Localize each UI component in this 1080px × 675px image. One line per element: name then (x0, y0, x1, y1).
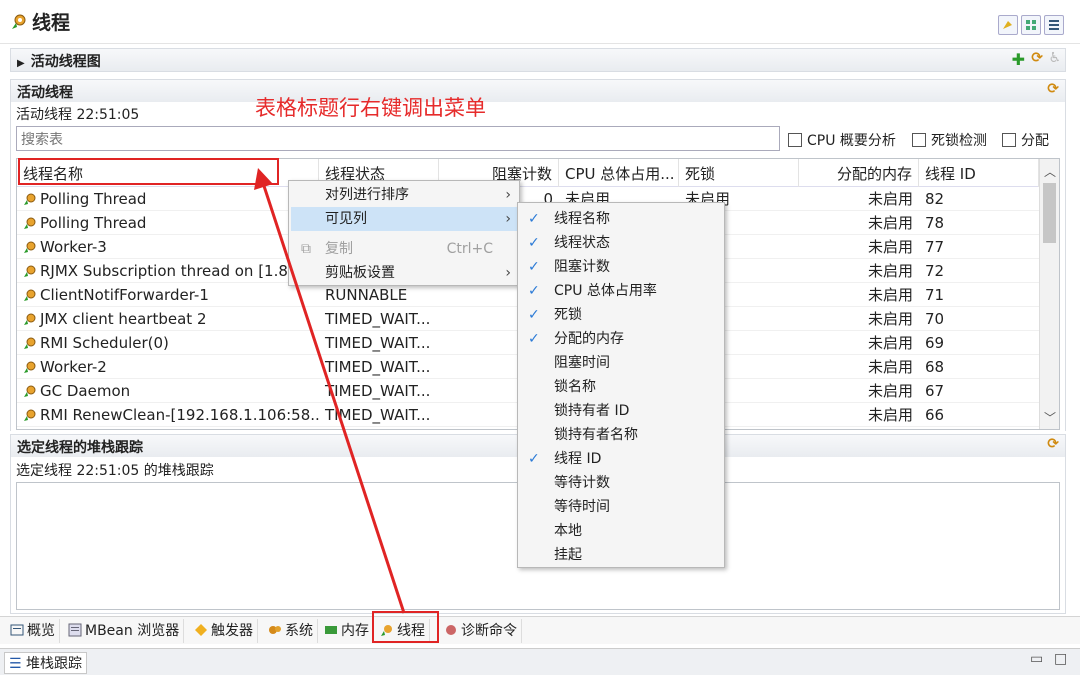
arrow-head (254, 168, 273, 190)
annotation-arrow (254, 168, 406, 614)
